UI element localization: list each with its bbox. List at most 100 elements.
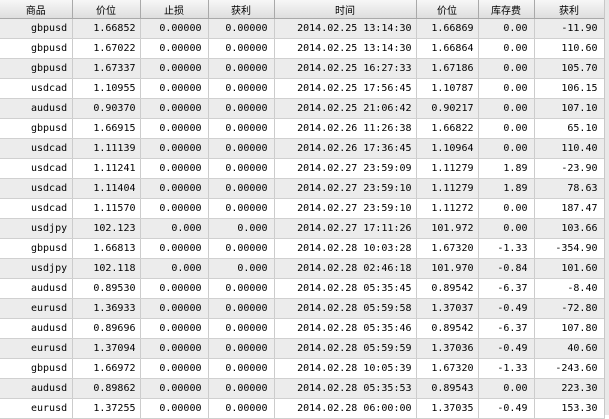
table-row[interactable]: usdcad 1.11570 0.00000 0.00000 2014.02.27 23… — [0, 198, 605, 219]
open-price-cell: 1.36933 — [72, 298, 141, 319]
table-row[interactable]: usdcad 1.11404 0.00000 0.00000 2014.02.27 23… — [0, 178, 605, 199]
symbol-cell: eurusd — [0, 338, 73, 359]
profit-cell: 106.15 — [534, 78, 605, 99]
symbol-cell: usdcad — [0, 138, 73, 159]
table-row[interactable]: gbpusd 1.67022 0.00000 0.00000 2014.02.25 13… — [0, 38, 605, 59]
take-profit-cell: 0.00000 — [208, 358, 275, 379]
table-row[interactable]: gbpusd 1.66972 0.00000 0.00000 2014.02.28 10… — [0, 358, 605, 379]
stop-loss-cell: 0.00000 — [140, 238, 209, 259]
time-cell: 2014.02.25 13:14:30 — [274, 38, 417, 59]
table-row[interactable]: usdcad 1.11241 0.00000 0.00000 2014.02.27 23… — [0, 158, 605, 179]
take-profit-cell: 0.00000 — [208, 298, 275, 319]
table-row[interactable]: eurusd 1.37255 0.00000 0.00000 2014.02.28 06… — [0, 398, 605, 419]
profit-cell: 110.60 — [534, 38, 605, 59]
profit-cell: 105.70 — [534, 58, 605, 79]
table-row[interactable]: audusd 0.89530 0.00000 0.00000 2014.02.28 05… — [0, 278, 605, 299]
open-price-cell: 0.90370 — [72, 98, 141, 119]
stop-loss-cell: 0.000 — [140, 218, 209, 239]
swap-cell: 0.00 — [478, 38, 535, 59]
stop-loss-cell: 0.00000 — [140, 78, 209, 99]
table-row[interactable]: usdjpy 102.118 0.000 0.000 2014.02.28 02:46:… — [0, 258, 605, 279]
take-profit-cell: 0.00000 — [208, 398, 275, 419]
profit-cell: 65.10 — [534, 118, 605, 139]
open-price-cell: 1.66915 — [72, 118, 141, 139]
symbol-cell: eurusd — [0, 298, 73, 319]
take-profit-cell: 0.00000 — [208, 378, 275, 399]
table-row[interactable]: audusd 0.90370 0.00000 0.00000 2014.02.25 21… — [0, 98, 605, 119]
take-profit-cell: 0.00000 — [208, 158, 275, 179]
time-cell: 2014.02.26 11:26:38 — [274, 118, 417, 139]
swap-cell: -6.37 — [478, 278, 535, 299]
table-header-row: 商品 价位 止损 获利 时间 价位 库存费 获利 — [0, 0, 605, 19]
table-row[interactable]: gbpusd 1.66852 0.00000 0.00000 2014.02.25 13… — [0, 18, 605, 39]
open-price-cell: 1.11404 — [72, 178, 141, 199]
column-header-open-price[interactable]: 价位 — [72, 0, 141, 19]
stop-loss-cell: 0.00000 — [140, 138, 209, 159]
symbol-cell: usdjpy — [0, 218, 73, 239]
open-price-cell: 0.89862 — [72, 378, 141, 399]
time-cell: 2014.02.28 05:59:59 — [274, 338, 417, 359]
stop-loss-cell: 0.00000 — [140, 98, 209, 119]
take-profit-cell: 0.00000 — [208, 118, 275, 139]
table-row[interactable]: usdcad 1.11139 0.00000 0.00000 2014.02.26 17… — [0, 138, 605, 159]
take-profit-cell: 0.00000 — [208, 78, 275, 99]
swap-cell: 0.00 — [478, 18, 535, 39]
swap-cell: 0.00 — [478, 378, 535, 399]
table-row[interactable]: gbpusd 1.67337 0.00000 0.00000 2014.02.25 16… — [0, 58, 605, 79]
open-price-cell: 0.89530 — [72, 278, 141, 299]
symbol-cell: gbpusd — [0, 238, 73, 259]
stop-loss-cell: 0.00000 — [140, 178, 209, 199]
column-header-symbol[interactable]: 商品 — [0, 0, 73, 19]
time-cell: 2014.02.28 05:35:53 — [274, 378, 417, 399]
stop-loss-cell: 0.000 — [140, 258, 209, 279]
symbol-cell: gbpusd — [0, 358, 73, 379]
table-row[interactable]: usdjpy 102.123 0.000 0.000 2014.02.27 17:11:… — [0, 218, 605, 239]
profit-cell: 153.30 — [534, 398, 605, 419]
close-price-cell: 1.66869 — [416, 18, 479, 39]
take-profit-cell: 0.000 — [208, 218, 275, 239]
time-cell: 2014.02.28 02:46:18 — [274, 258, 417, 279]
vertical-scrollbar[interactable] — [604, 0, 609, 415]
table-row[interactable]: audusd 0.89696 0.00000 0.00000 2014.02.28 05… — [0, 318, 605, 339]
profit-cell: 107.10 — [534, 98, 605, 119]
time-cell: 2014.02.27 23:59:09 — [274, 158, 417, 179]
table-row[interactable]: gbpusd 1.66813 0.00000 0.00000 2014.02.28 10… — [0, 238, 605, 259]
stop-loss-cell: 0.00000 — [140, 298, 209, 319]
take-profit-cell: 0.000 — [208, 258, 275, 279]
close-price-cell: 1.37035 — [416, 398, 479, 419]
column-header-swap[interactable]: 库存费 — [478, 0, 535, 19]
take-profit-cell: 0.00000 — [208, 138, 275, 159]
profit-cell: 223.30 — [534, 378, 605, 399]
profit-cell: 103.66 — [534, 218, 605, 239]
close-price-cell: 1.10787 — [416, 78, 479, 99]
column-header-take-profit[interactable]: 获利 — [208, 0, 275, 19]
table-row[interactable]: usdcad 1.10955 0.00000 0.00000 2014.02.25 17… — [0, 78, 605, 99]
time-cell: 2014.02.27 23:59:10 — [274, 198, 417, 219]
symbol-cell: usdcad — [0, 158, 73, 179]
take-profit-cell: 0.00000 — [208, 98, 275, 119]
column-header-close-price[interactable]: 价位 — [416, 0, 479, 19]
table-row[interactable]: gbpusd 1.66915 0.00000 0.00000 2014.02.26 11… — [0, 118, 605, 139]
column-header-profit[interactable]: 获利 — [534, 0, 605, 19]
close-price-cell: 0.89543 — [416, 378, 479, 399]
column-header-time[interactable]: 时间 — [274, 0, 417, 19]
trade-history-table: 商品 价位 止损 获利 时间 价位 库存费 获利 gbpusd 1.66852 0.… — [0, 0, 605, 419]
swap-cell: 1.89 — [478, 178, 535, 199]
profit-cell: 78.63 — [534, 178, 605, 199]
profit-cell: -72.80 — [534, 298, 605, 319]
time-cell: 2014.02.25 16:27:33 — [274, 58, 417, 79]
symbol-cell: gbpusd — [0, 18, 73, 39]
open-price-cell: 1.11570 — [72, 198, 141, 219]
symbol-cell: usdjpy — [0, 258, 73, 279]
table-row[interactable]: eurusd 1.37094 0.00000 0.00000 2014.02.28 05… — [0, 338, 605, 359]
column-header-stop-loss[interactable]: 止损 — [140, 0, 209, 19]
swap-cell: 0.00 — [478, 198, 535, 219]
profit-cell: 187.47 — [534, 198, 605, 219]
swap-cell: 0.00 — [478, 98, 535, 119]
open-price-cell: 1.11139 — [72, 138, 141, 159]
symbol-cell: gbpusd — [0, 118, 73, 139]
table-row[interactable]: audusd 0.89862 0.00000 0.00000 2014.02.28 05… — [0, 378, 605, 399]
stop-loss-cell: 0.00000 — [140, 318, 209, 339]
take-profit-cell: 0.00000 — [208, 238, 275, 259]
table-row[interactable]: eurusd 1.36933 0.00000 0.00000 2014.02.28 05… — [0, 298, 605, 319]
